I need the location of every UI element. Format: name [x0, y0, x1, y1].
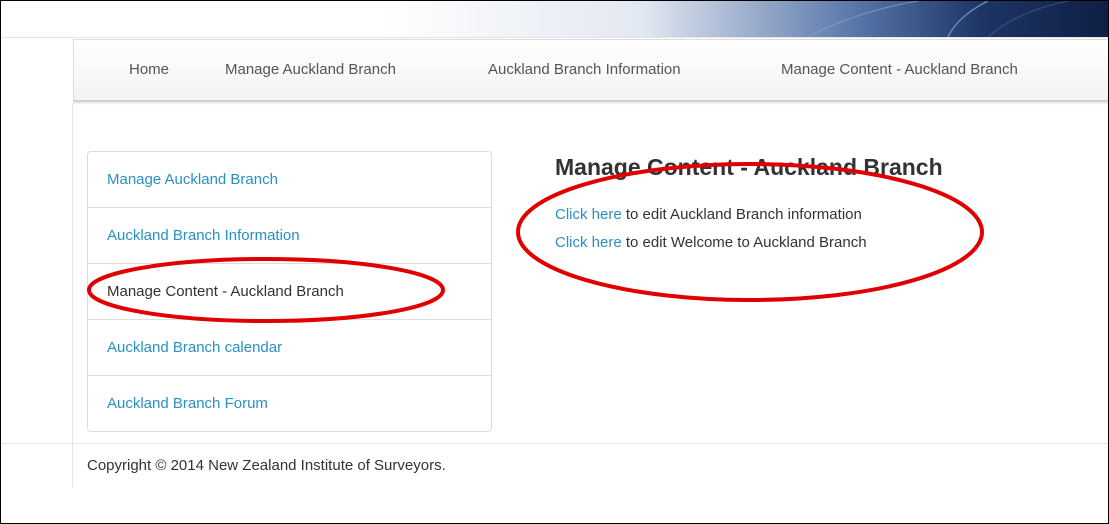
- edit-branch-info-link[interactable]: Click here: [555, 206, 622, 223]
- edit-welcome-line: Click here to edit Welcome to Auckland B…: [555, 234, 867, 251]
- nav-item-manage-content[interactable]: Manage Content - Auckland Branch: [781, 61, 1018, 78]
- nav-item-home[interactable]: Home: [129, 61, 169, 78]
- sidebar-item-auckland-branch-calendar[interactable]: Auckland Branch calendar: [88, 320, 491, 376]
- sidebar-menu: Manage Auckland Branch Auckland Branch I…: [87, 151, 492, 432]
- header-divider: [1, 37, 1108, 38]
- navbar-shadow: [73, 102, 1108, 105]
- edit-welcome-link[interactable]: Click here: [555, 234, 622, 251]
- edit-branch-info-text: to edit Auckland Branch information: [625, 206, 862, 223]
- footer-divider: [1, 443, 1108, 444]
- footer-copyright: Copyright © 2014 New Zealand Institute o…: [87, 457, 446, 474]
- edit-welcome-text: to edit Welcome to Auckland Branch: [625, 234, 867, 251]
- nav-item-manage-auckland-branch[interactable]: Manage Auckland Branch: [225, 61, 396, 78]
- sidebar-item-auckland-branch-information[interactable]: Auckland Branch Information: [88, 208, 491, 264]
- sidebar-item-manage-auckland-branch[interactable]: Manage Auckland Branch: [88, 152, 491, 208]
- banner-graphic: [807, 1, 1069, 37]
- page-title: Manage Content - Auckland Branch: [555, 154, 943, 180]
- header-banner: [73, 1, 1108, 37]
- nav-item-auckland-branch-information[interactable]: Auckland Branch Information: [488, 61, 681, 78]
- sidebar-item-auckland-branch-forum[interactable]: Auckland Branch Forum: [88, 376, 491, 432]
- edit-info-line: Click here to edit Auckland Branch infor…: [555, 206, 862, 223]
- content-left-border: [72, 103, 73, 487]
- sidebar-item-manage-content[interactable]: Manage Content - Auckland Branch: [88, 264, 491, 320]
- main-navbar: Home Manage Auckland Branch Auckland Bra…: [73, 39, 1108, 102]
